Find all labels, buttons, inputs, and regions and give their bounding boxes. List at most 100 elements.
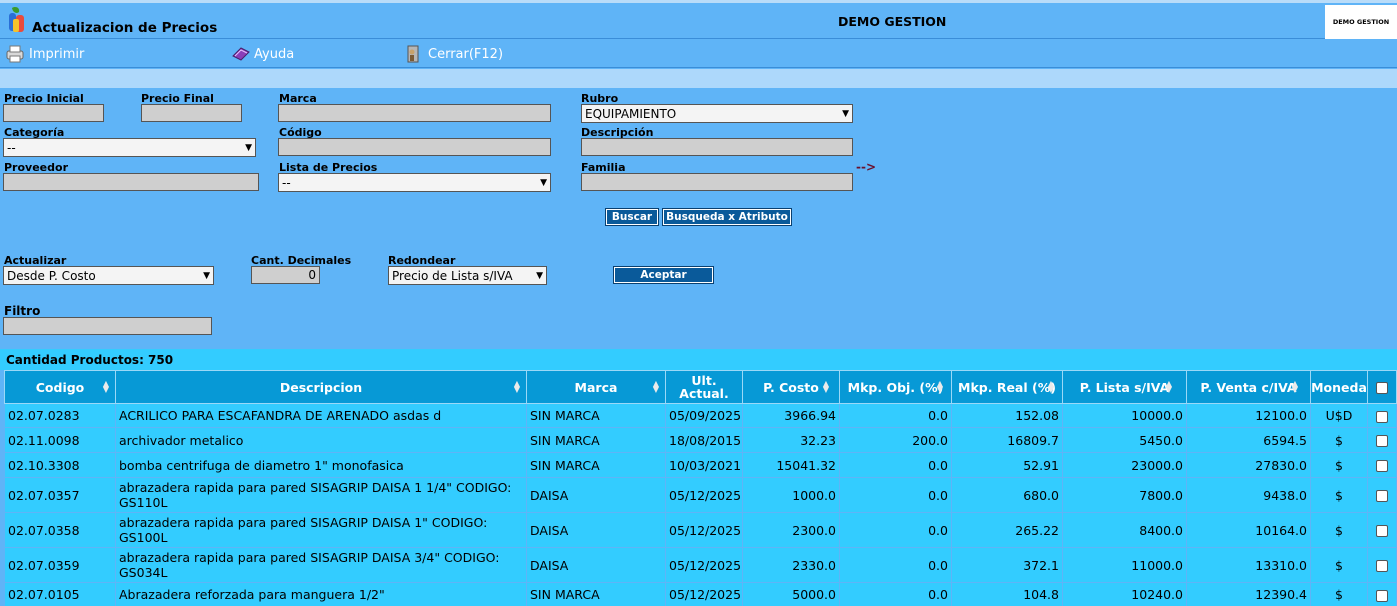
col-header-ult-actual[interactable]: Ult. Actual. xyxy=(665,370,743,404)
cell-descripcion: abrazadera rapida para pared SISAGRIP DA… xyxy=(115,547,527,583)
cell-p-costo: 2330.0 xyxy=(742,547,840,583)
cell-codigo: 02.07.0283 xyxy=(4,403,116,428)
rubro-select-value: EQUIPAMIENTO xyxy=(585,106,677,121)
cell-p-lista: 8400.0 xyxy=(1062,512,1187,548)
cell-mkp-obj: 200.0 xyxy=(839,427,952,453)
row-checkbox[interactable] xyxy=(1376,410,1388,423)
sort-icon[interactable]: ▲ ▼ xyxy=(1048,380,1054,394)
cell-mkp-obj: 0.0 xyxy=(839,403,952,428)
aceptar-button[interactable]: Aceptar xyxy=(613,266,714,284)
familia-expand-arrow[interactable]: --> xyxy=(856,160,876,174)
cell-ult-actual: 05/12/2025 xyxy=(665,477,743,513)
row-checkbox[interactable] xyxy=(1376,490,1388,502)
col-header-marca[interactable]: Marca ▲ ▼ xyxy=(526,370,666,404)
col-header-descripcion[interactable]: Descripcion ▲ ▼ xyxy=(115,370,527,404)
cell-descripcion: abrazadera rapida para pared SISAGRIP DA… xyxy=(115,512,527,548)
row-checkbox[interactable] xyxy=(1376,589,1388,602)
table-row[interactable]: 02.07.0283 ACRILICO PARA ESCAFANDRA DE A… xyxy=(4,403,1397,428)
row-checkbox[interactable] xyxy=(1376,460,1388,472)
lista-precios-select[interactable]: -- ▼ xyxy=(278,173,551,192)
cell-p-venta: 12100.0 xyxy=(1186,403,1311,428)
page-title: Actualizacion de Precios xyxy=(32,20,218,36)
decimales-input[interactable]: 0 xyxy=(251,266,320,284)
col-header-mkp-obj[interactable]: Mkp. Obj. (%) ▲ ▼ xyxy=(839,370,952,404)
marca-input[interactable] xyxy=(278,104,551,122)
familia-input[interactable] xyxy=(581,173,853,191)
door-exit-icon xyxy=(407,45,419,63)
filtro-label: Filtro xyxy=(4,304,41,318)
cell-marca: SIN MARCA xyxy=(526,452,666,478)
cell-p-venta: 12390.4 xyxy=(1186,582,1311,606)
count-bar xyxy=(0,349,1397,370)
cell-marca: SIN MARCA xyxy=(526,582,666,606)
rubro-select[interactable]: EQUIPAMIENTO ▼ xyxy=(581,104,853,123)
table-row[interactable]: 02.07.0359 abrazadera rapida para pared … xyxy=(4,547,1397,583)
col-header-codigo[interactable]: Codigo ▲ ▼ xyxy=(4,370,116,404)
row-checkbox[interactable] xyxy=(1376,560,1388,572)
close-menu-item[interactable]: Cerrar(F12) xyxy=(404,44,503,64)
menu-bar: Imprimir Ayuda Cerrar(F12) xyxy=(0,39,1397,68)
cell-mkp-real: 265.22 xyxy=(951,512,1063,548)
sort-icon[interactable]: ▲ ▼ xyxy=(103,380,109,394)
table-row[interactable]: 02.07.0358 abrazadera rapida para pared … xyxy=(4,512,1397,548)
print-menu-item[interactable]: Imprimir xyxy=(5,44,84,64)
cell-descripcion: abrazadera rapida para pared SISAGRIP DA… xyxy=(115,477,527,513)
col-header-p-costo[interactable]: P. Costo ▲ ▼ xyxy=(742,370,840,404)
table-row[interactable]: 02.11.0098 archivador metalico SIN MARCA… xyxy=(4,427,1397,453)
col-header-label: Mkp. Obj. (%) xyxy=(847,379,944,395)
help-label: Ayuda xyxy=(254,46,295,62)
col-header-select-all[interactable] xyxy=(1367,370,1397,404)
printer-icon xyxy=(6,45,24,63)
table-row[interactable]: 02.07.0105 Abrazadera reforzada para man… xyxy=(4,582,1397,606)
sort-icon[interactable]: ▲ ▼ xyxy=(823,380,829,394)
col-header-label: Codigo xyxy=(35,379,85,395)
cell-select xyxy=(1367,547,1397,583)
sort-icon[interactable]: ▲ ▼ xyxy=(514,380,520,394)
sort-icon[interactable]: ▲ ▼ xyxy=(1292,380,1298,394)
cell-p-costo: 5000.0 xyxy=(742,582,840,606)
cell-ult-actual: 05/12/2025 xyxy=(665,512,743,548)
select-all-checkbox[interactable] xyxy=(1376,381,1388,394)
help-book-icon xyxy=(232,47,250,61)
actualizar-select[interactable]: Desde P. Costo ▼ xyxy=(3,266,214,285)
cell-mkp-real: 680.0 xyxy=(951,477,1063,513)
descripcion-input[interactable] xyxy=(581,138,853,156)
precio-inicial-input[interactable] xyxy=(3,104,104,122)
cell-moneda: $ xyxy=(1310,427,1368,453)
cell-p-costo: 2300.0 xyxy=(742,512,840,548)
table-row[interactable]: 02.10.3308 bomba centrifuga de diametro … xyxy=(4,452,1397,478)
company-name: DEMO GESTION xyxy=(838,14,947,29)
cell-select xyxy=(1367,582,1397,606)
col-header-p-venta[interactable]: P. Venta c/IVA ▲ ▼ xyxy=(1186,370,1311,404)
precio-final-input[interactable] xyxy=(141,104,242,122)
cell-p-lista: 10000.0 xyxy=(1062,403,1187,428)
cell-p-costo: 1000.0 xyxy=(742,477,840,513)
sort-icon[interactable]: ▲ ▼ xyxy=(1166,380,1172,394)
codigo-input[interactable] xyxy=(278,138,551,156)
busqueda-atributo-button[interactable]: Busqueda x Atributo xyxy=(662,208,792,226)
cell-mkp-obj: 0.0 xyxy=(839,452,952,478)
col-header-moneda[interactable]: Moneda xyxy=(1310,370,1368,404)
cell-codigo: 02.07.0357 xyxy=(4,477,116,513)
cell-moneda: $ xyxy=(1310,452,1368,478)
sort-icon[interactable]: ▲ ▼ xyxy=(937,380,943,394)
row-checkbox[interactable] xyxy=(1376,525,1388,537)
cell-mkp-obj: 0.0 xyxy=(839,477,952,513)
col-header-p-lista[interactable]: P. Lista s/IVA ▲ ▼ xyxy=(1062,370,1187,404)
cell-marca: SIN MARCA xyxy=(526,427,666,453)
proveedor-input[interactable] xyxy=(3,173,259,191)
filtro-input[interactable] xyxy=(3,317,212,335)
cell-descripcion: bomba centrifuga de diametro 1" monofasi… xyxy=(115,452,527,478)
redondear-select[interactable]: Precio de Lista s/IVA ▼ xyxy=(388,266,547,285)
help-menu-item[interactable]: Ayuda xyxy=(232,44,294,64)
cell-ult-actual: 05/09/2025 xyxy=(665,403,743,428)
row-checkbox[interactable] xyxy=(1376,435,1388,447)
col-header-mkp-real[interactable]: Mkp. Real (%) ▲ ▼ xyxy=(951,370,1063,404)
sort-icon[interactable]: ▲ ▼ xyxy=(653,380,659,394)
categoria-select[interactable]: -- ▼ xyxy=(3,138,256,157)
cell-descripcion: Abrazadera reforzada para manguera 1/2" xyxy=(115,582,527,606)
cell-p-costo: 32.23 xyxy=(742,427,840,453)
table-row[interactable]: 02.07.0357 abrazadera rapida para pared … xyxy=(4,477,1397,513)
col-header-label: P. Costo xyxy=(763,379,819,395)
buscar-button[interactable]: Buscar xyxy=(605,208,659,226)
